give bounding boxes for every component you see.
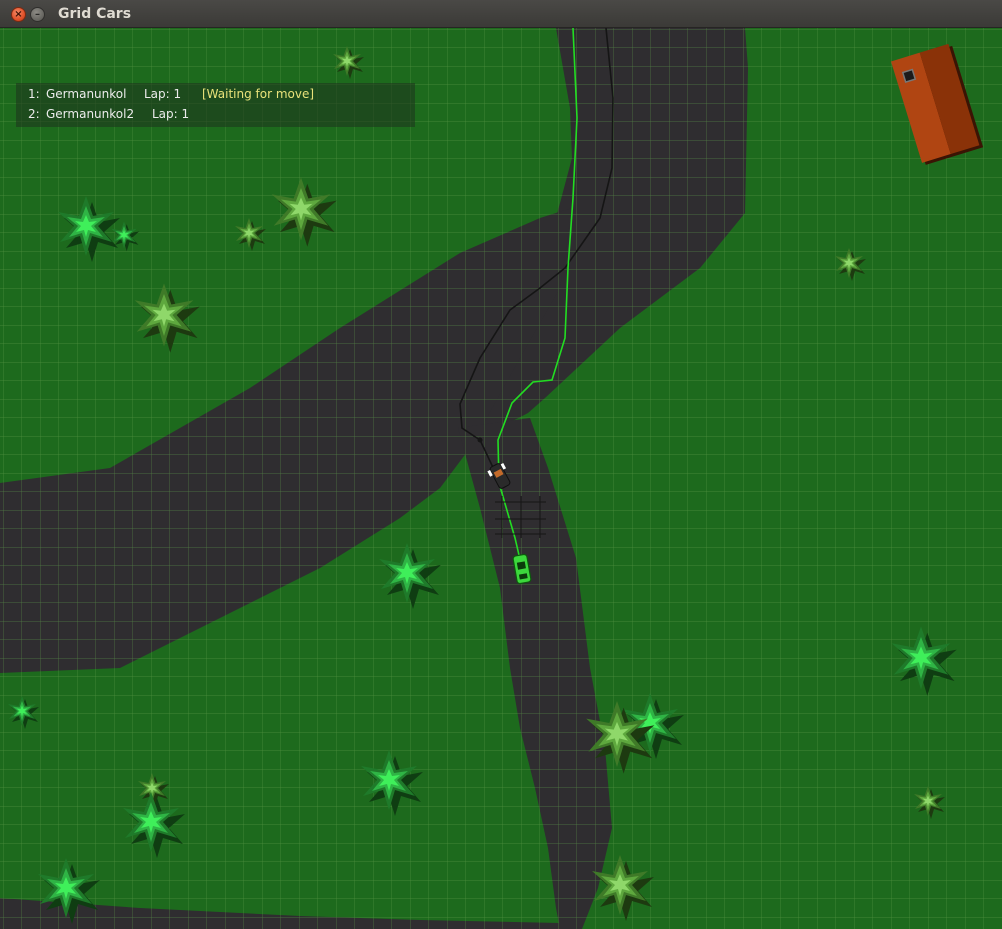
player-name: Germanunkol2 — [46, 107, 135, 121]
player2-path-node — [477, 437, 483, 443]
close-button[interactable]: × — [11, 7, 26, 22]
player-lap: Lap: 1 — [144, 87, 182, 101]
window-title: Grid Cars — [58, 6, 132, 22]
close-icon: × — [14, 9, 23, 20]
player-lap: Lap: 1 — [152, 107, 190, 121]
minimize-button[interactable]: – — [30, 7, 45, 22]
minimize-icon: – — [35, 9, 40, 20]
player-rank: 1: — [28, 87, 40, 101]
game-canvas[interactable]: 1: Germanunkol Lap: 1 [Waiting for move]… — [0, 28, 1002, 929]
game-window: × – Grid Cars 1: Germanunkol Lap: 1 [Wai… — [0, 0, 1002, 929]
player-name: Germanunkol — [46, 87, 127, 101]
player-status: [Waiting for move] — [202, 87, 315, 101]
game-map[interactable] — [0, 28, 1002, 929]
player-rank: 2: — [28, 107, 40, 121]
title-bar[interactable]: × – Grid Cars — [0, 0, 1002, 28]
player-scoreboard: 1: Germanunkol Lap: 1 [Waiting for move]… — [16, 83, 415, 127]
